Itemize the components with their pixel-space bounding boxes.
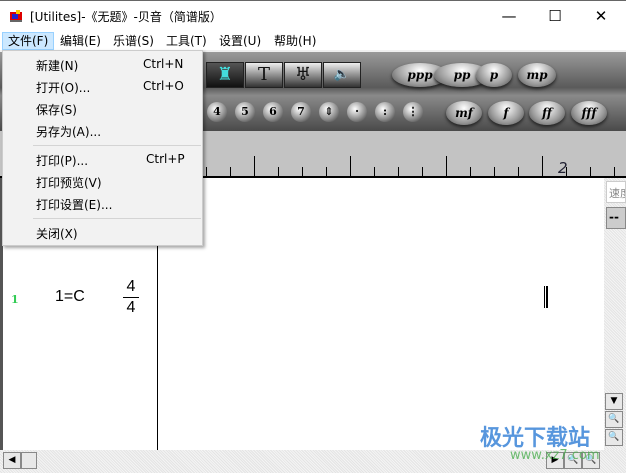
menu-help[interactable]: 帮助(H) <box>269 32 321 50</box>
ruler-tick <box>590 167 591 176</box>
speaker-tool-button[interactable]: 🔈 <box>323 62 361 88</box>
speed-tooltip: 速度 <box>606 181 626 203</box>
menu-score[interactable]: 乐谱(S) <box>108 32 159 50</box>
zoom-in-icon[interactable]: 🔍 <box>605 411 623 428</box>
dynamic-fff-button[interactable]: fff <box>571 101 607 125</box>
menu-item-open[interactable]: 打开(O)... <box>36 79 90 96</box>
ruler-tick <box>350 156 351 176</box>
ruler-tick <box>254 156 255 176</box>
end-barline <box>544 286 548 308</box>
ruler-tick <box>302 167 303 176</box>
ruler-tick <box>206 167 207 176</box>
shortcut-open: Ctrl+O <box>143 79 184 93</box>
ruler-tick <box>614 167 615 176</box>
measure-number: 2 <box>558 159 568 177</box>
octave-toggle-button[interactable]: ⇕ <box>319 102 339 122</box>
dynamic-mp-button[interactable]: mp <box>518 63 556 87</box>
ruler-tick <box>494 167 495 176</box>
menu-separator <box>33 145 201 146</box>
number-5-button[interactable]: 5 <box>235 102 255 122</box>
speed-value: -- <box>606 207 626 229</box>
time-denominator: 4 <box>126 299 136 316</box>
close-button[interactable]: ✕ <box>578 1 624 31</box>
menu-item-save-as[interactable]: 另存为(A)... <box>36 123 101 140</box>
ruler-tick <box>542 156 543 176</box>
dynamic-p-button[interactable]: p <box>476 63 512 87</box>
lyre-icon: ♅ <box>294 64 312 85</box>
ruler-tick <box>398 167 399 176</box>
ruler-tick <box>278 167 279 176</box>
menu-edit[interactable]: 编辑(E) <box>55 32 106 50</box>
number-4-button[interactable]: 4 <box>207 102 227 122</box>
dynamic-mf-button[interactable]: mf <box>446 101 482 125</box>
dynamic-ff-button[interactable]: ff <box>529 101 565 125</box>
text-tool-button[interactable]: T <box>245 62 283 88</box>
scroll-down-button[interactable]: ▼ <box>605 393 623 410</box>
app-icon <box>8 8 24 24</box>
metronome-tool-button[interactable]: ♜ <box>206 62 244 88</box>
menu-item-print-setup[interactable]: 打印设置(E)... <box>36 196 112 213</box>
window-title: [Utilites]-《无题》-贝音（简谱版） <box>30 10 222 24</box>
menu-file[interactable]: 文件(F) <box>2 32 55 50</box>
menu-item-print[interactable]: 打印(P)... <box>36 152 88 169</box>
double-dot-button[interactable]: : <box>375 102 395 122</box>
number-6-button[interactable]: 6 <box>263 102 283 122</box>
lyre-tool-button[interactable]: ♅ <box>284 62 322 88</box>
scroll-left-button[interactable]: ◀ <box>3 452 21 469</box>
zoom-out-icon[interactable]: 🔍 <box>605 429 623 446</box>
metronome-icon: ♜ <box>216 64 234 85</box>
shortcut-new: Ctrl+N <box>143 57 184 71</box>
watermark-url: www.xz7.com <box>510 448 600 463</box>
dot-button[interactable]: · <box>347 102 367 122</box>
menu-settings[interactable]: 设置(U) <box>214 32 266 50</box>
scroll-thumb[interactable] <box>21 452 37 469</box>
ruler-tick <box>230 167 231 176</box>
text-icon: T <box>257 64 270 85</box>
ruler-tick <box>422 167 423 176</box>
menu-separator <box>33 218 201 219</box>
ruler-tick <box>374 167 375 176</box>
file-menu-dropdown: 新建(N) Ctrl+N 打开(O)... Ctrl+O 保存(S) 另存为(A… <box>2 50 203 246</box>
speaker-icon: 🔈 <box>333 67 351 82</box>
time-numerator: 4 <box>126 278 136 295</box>
menu-item-print-preview[interactable]: 打印预览(V) <box>36 174 102 191</box>
dynamic-f-button[interactable]: f <box>488 101 524 125</box>
line-number: 1 <box>11 293 19 306</box>
number-7-button[interactable]: 7 <box>291 102 311 122</box>
menu-bar: 文件(F) 编辑(E) 乐谱(S) 工具(T) 设置(U) 帮助(H) <box>0 30 626 50</box>
minimize-button[interactable]: — <box>486 1 532 31</box>
menu-item-close[interactable]: 关闭(X) <box>36 225 78 242</box>
menu-item-save[interactable]: 保存(S) <box>36 101 77 118</box>
triple-dot-button[interactable]: ⋮ <box>403 102 423 122</box>
key-signature: 1=C <box>55 288 85 305</box>
title-bar: [Utilites]-《无题》-贝音（简谱版） — ☐ ✕ <box>0 0 626 30</box>
menu-tools[interactable]: 工具(T) <box>161 32 212 50</box>
menu-item-new[interactable]: 新建(N) <box>36 57 78 74</box>
maximize-button[interactable]: ☐ <box>532 1 578 31</box>
ruler-tick <box>518 167 519 176</box>
ruler-tick <box>446 156 447 176</box>
time-signature: 4 4 <box>123 278 139 317</box>
ruler-tick <box>326 167 327 176</box>
ruler-tick <box>470 167 471 176</box>
shortcut-print: Ctrl+P <box>146 152 185 166</box>
